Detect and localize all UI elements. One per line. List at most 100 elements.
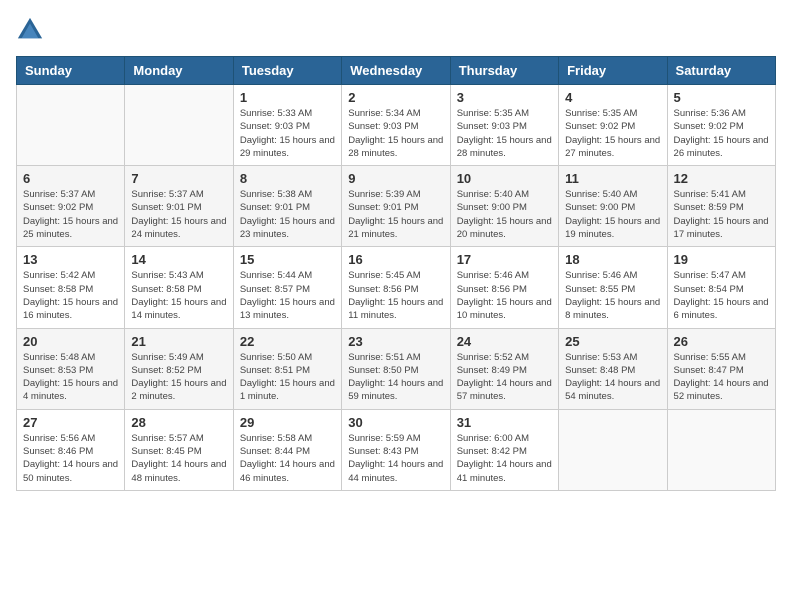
day-number: 16 [348, 252, 443, 267]
calendar-day-cell: 8Sunrise: 5:38 AM Sunset: 9:01 PM Daylig… [233, 166, 341, 247]
calendar-day-cell: 27 Sunrise: 5:56 AM Sunset: 8:46 PM Dayli… [17, 409, 125, 490]
day-info: Sunrise: 5:56 AM Sunset: 8:46 PM Dayligh… [23, 432, 118, 485]
calendar-day-cell: 24 Sunrise: 5:52 AM Sunset: 8:49 PM Dayli… [450, 328, 558, 409]
day-number: 30 [348, 415, 443, 430]
page-header [16, 16, 776, 44]
calendar-day-cell: 12 Sunrise: 5:41 AM Sunset: 8:59 PM Dayli… [667, 166, 775, 247]
calendar-week-row: 20 Sunrise: 5:48 AM Sunset: 8:53 PM Dayli… [17, 328, 776, 409]
weekday-header: Saturday [667, 57, 775, 85]
day-info: Sunrise: 5:36 AM Sunset: 9:02 PM Dayligh… [674, 107, 769, 160]
calendar-day-cell: 26 Sunrise: 5:55 AM Sunset: 8:47 PM Dayli… [667, 328, 775, 409]
calendar-day-cell: 28 Sunrise: 5:57 AM Sunset: 8:45 PM Dayli… [125, 409, 233, 490]
day-info: Sunrise: 5:51 AM Sunset: 8:50 PM Dayligh… [348, 351, 443, 404]
calendar-day-cell [17, 85, 125, 166]
calendar-day-cell: 1Sunrise: 5:33 AM Sunset: 9:03 PM Daylig… [233, 85, 341, 166]
day-number: 28 [131, 415, 226, 430]
logo [16, 16, 48, 44]
calendar-day-cell: 17Sunrise: 5:46 AM Sunset: 8:56 PM Dayli… [450, 247, 558, 328]
day-info: Sunrise: 5:55 AM Sunset: 8:47 PM Dayligh… [674, 351, 769, 404]
calendar-week-row: 1Sunrise: 5:33 AM Sunset: 9:03 PM Daylig… [17, 85, 776, 166]
day-number: 25 [565, 334, 660, 349]
day-info: Sunrise: 5:35 AM Sunset: 9:02 PM Dayligh… [565, 107, 660, 160]
day-number: 11 [565, 171, 660, 186]
calendar-day-cell [667, 409, 775, 490]
day-info: Sunrise: 5:37 AM Sunset: 9:02 PM Dayligh… [23, 188, 118, 241]
day-number: 13 [23, 252, 118, 267]
day-info: Sunrise: 5:52 AM Sunset: 8:49 PM Dayligh… [457, 351, 552, 404]
day-number: 10 [457, 171, 552, 186]
calendar-header-row: SundayMondayTuesdayWednesdayThursdayFrid… [17, 57, 776, 85]
calendar-day-cell: 15 Sunrise: 5:44 AM Sunset: 8:57 PM Dayli… [233, 247, 341, 328]
day-number: 18 [565, 252, 660, 267]
day-info: Sunrise: 5:45 AM Sunset: 8:56 PM Dayligh… [348, 269, 443, 322]
day-info: Sunrise: 5:59 AM Sunset: 8:43 PM Dayligh… [348, 432, 443, 485]
day-info: Sunrise: 5:38 AM Sunset: 9:01 PM Dayligh… [240, 188, 335, 241]
day-number: 12 [674, 171, 769, 186]
day-info: Sunrise: 5:40 AM Sunset: 9:00 PM Dayligh… [457, 188, 552, 241]
calendar-day-cell [125, 85, 233, 166]
calendar-day-cell: 5 Sunrise: 5:36 AM Sunset: 9:02 PM Daylig… [667, 85, 775, 166]
day-info: Sunrise: 5:44 AM Sunset: 8:57 PM Dayligh… [240, 269, 335, 322]
calendar-day-cell: 18 Sunrise: 5:46 AM Sunset: 8:55 PM Dayli… [559, 247, 667, 328]
calendar-day-cell: 9 Sunrise: 5:39 AM Sunset: 9:01 PM Daylig… [342, 166, 450, 247]
day-number: 19 [674, 252, 769, 267]
day-info: Sunrise: 5:50 AM Sunset: 8:51 PM Dayligh… [240, 351, 335, 404]
weekday-header: Sunday [17, 57, 125, 85]
day-number: 5 [674, 90, 769, 105]
calendar-day-cell: 22 Sunrise: 5:50 AM Sunset: 8:51 PM Dayli… [233, 328, 341, 409]
weekday-header: Thursday [450, 57, 558, 85]
calendar-day-cell: 23 Sunrise: 5:51 AM Sunset: 8:50 PM Dayli… [342, 328, 450, 409]
calendar-day-cell: 4 Sunrise: 5:35 AM Sunset: 9:02 PM Daylig… [559, 85, 667, 166]
day-info: Sunrise: 5:40 AM Sunset: 9:00 PM Dayligh… [565, 188, 660, 241]
calendar-day-cell: 11 Sunrise: 5:40 AM Sunset: 9:00 PM Dayli… [559, 166, 667, 247]
calendar-day-cell: 14 Sunrise: 5:43 AM Sunset: 8:58 PM Dayli… [125, 247, 233, 328]
day-number: 9 [348, 171, 443, 186]
day-number: 21 [131, 334, 226, 349]
calendar-day-cell: 19 Sunrise: 5:47 AM Sunset: 8:54 PM Dayli… [667, 247, 775, 328]
day-number: 7 [131, 171, 226, 186]
day-info: Sunrise: 5:35 AM Sunset: 9:03 PM Dayligh… [457, 107, 552, 160]
calendar-day-cell: 3 Sunrise: 5:35 AM Sunset: 9:03 PM Daylig… [450, 85, 558, 166]
day-info: Sunrise: 5:43 AM Sunset: 8:58 PM Dayligh… [131, 269, 226, 322]
day-number: 3 [457, 90, 552, 105]
calendar-day-cell: 30 Sunrise: 5:59 AM Sunset: 8:43 PM Dayli… [342, 409, 450, 490]
day-number: 26 [674, 334, 769, 349]
day-info: Sunrise: 5:41 AM Sunset: 8:59 PM Dayligh… [674, 188, 769, 241]
calendar-day-cell [559, 409, 667, 490]
day-info: Sunrise: 5:46 AM Sunset: 8:55 PM Dayligh… [565, 269, 660, 322]
day-info: Sunrise: 6:00 AM Sunset: 8:42 PM Dayligh… [457, 432, 552, 485]
day-number: 24 [457, 334, 552, 349]
day-number: 15 [240, 252, 335, 267]
day-number: 22 [240, 334, 335, 349]
calendar-day-cell: 10 Sunrise: 5:40 AM Sunset: 9:00 PM Dayli… [450, 166, 558, 247]
day-number: 20 [23, 334, 118, 349]
day-number: 4 [565, 90, 660, 105]
calendar-day-cell: 7Sunrise: 5:37 AM Sunset: 9:01 PM Daylig… [125, 166, 233, 247]
day-info: Sunrise: 5:53 AM Sunset: 8:48 PM Dayligh… [565, 351, 660, 404]
day-info: Sunrise: 5:49 AM Sunset: 8:52 PM Dayligh… [131, 351, 226, 404]
day-number: 14 [131, 252, 226, 267]
day-number: 29 [240, 415, 335, 430]
calendar-day-cell: 20 Sunrise: 5:48 AM Sunset: 8:53 PM Dayli… [17, 328, 125, 409]
calendar-day-cell: 16 Sunrise: 5:45 AM Sunset: 8:56 PM Dayli… [342, 247, 450, 328]
logo-icon [16, 16, 44, 44]
weekday-header: Monday [125, 57, 233, 85]
day-number: 23 [348, 334, 443, 349]
calendar-day-cell: 2 Sunrise: 5:34 AM Sunset: 9:03 PM Daylig… [342, 85, 450, 166]
calendar-day-cell: 25 Sunrise: 5:53 AM Sunset: 8:48 PM Dayli… [559, 328, 667, 409]
day-number: 2 [348, 90, 443, 105]
day-info: Sunrise: 5:57 AM Sunset: 8:45 PM Dayligh… [131, 432, 226, 485]
calendar-day-cell: 29Sunrise: 5:58 AM Sunset: 8:44 PM Dayli… [233, 409, 341, 490]
day-number: 1 [240, 90, 335, 105]
day-number: 31 [457, 415, 552, 430]
day-info: Sunrise: 5:34 AM Sunset: 9:03 PM Dayligh… [348, 107, 443, 160]
weekday-header: Wednesday [342, 57, 450, 85]
day-info: Sunrise: 5:47 AM Sunset: 8:54 PM Dayligh… [674, 269, 769, 322]
day-info: Sunrise: 5:39 AM Sunset: 9:01 PM Dayligh… [348, 188, 443, 241]
day-number: 27 [23, 415, 118, 430]
day-info: Sunrise: 5:48 AM Sunset: 8:53 PM Dayligh… [23, 351, 118, 404]
calendar-day-cell: 6 Sunrise: 5:37 AM Sunset: 9:02 PM Daylig… [17, 166, 125, 247]
calendar-week-row: 6 Sunrise: 5:37 AM Sunset: 9:02 PM Daylig… [17, 166, 776, 247]
calendar-day-cell: 21 Sunrise: 5:49 AM Sunset: 8:52 PM Dayli… [125, 328, 233, 409]
day-number: 6 [23, 171, 118, 186]
